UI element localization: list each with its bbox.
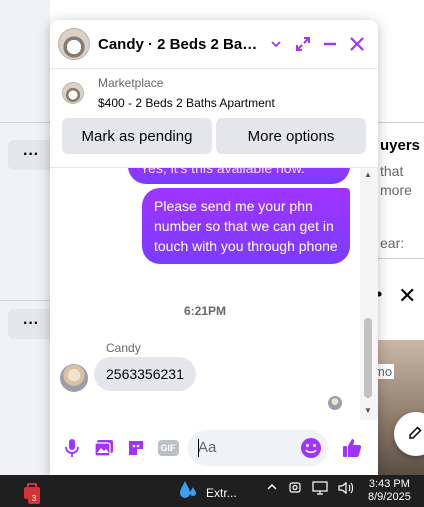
thumbs-up-icon[interactable] [336,432,368,464]
camera-icon[interactable] [288,481,302,498]
system-clock[interactable]: 3:43 PM 8/9/2025 [368,478,411,504]
edit-icon [407,423,424,446]
chat-title[interactable]: Candy · 2 Beds 2 Baths Apartment [98,36,262,53]
background-text: ear: [380,235,405,251]
message-composer: GIF [50,420,378,475]
taskbar: 3 Extr... 3:43 PM 8/9/2025 [0,475,424,507]
background-text: that [380,163,404,179]
close-icon[interactable]: ✕ [398,283,416,309]
chevron-up-icon[interactable] [266,481,278,498]
sticker-icon[interactable] [120,432,152,464]
incoming-message: 2563356231 [94,357,196,391]
photo-icon[interactable] [88,432,120,464]
background-left-strip [0,0,50,475]
outgoing-message: Yes, it's this available now. [128,168,350,184]
marketplace-label: Marketplace [98,75,164,90]
listing-avatar[interactable] [58,28,90,60]
emoji-icon[interactable] [300,437,322,464]
message-list[interactable]: Yes, it's this available now. Please sen… [50,168,378,420]
listing-thumbnail [62,81,84,104]
sender-name: Candy [106,341,141,355]
water-drop-icon [178,479,198,506]
scrollbar-thumb[interactable] [364,318,372,398]
chevron-down-icon[interactable] [264,31,289,57]
mark-as-pending-button[interactable]: Mark as pending [62,118,212,154]
scroll-down-icon[interactable]: ▼ [364,406,372,415]
message-input-wrapper [188,429,328,466]
marketplace-listing[interactable]: Marketplace $400 - 2 Beds 2 Baths Apartm… [50,70,378,115]
text-caret [198,438,199,457]
background-heading: uyers [380,137,421,154]
system-tray [266,481,354,498]
volume-icon[interactable] [338,481,354,498]
clock-date: 8/9/2025 [368,491,411,503]
scrollbar[interactable]: ▲ ▼ [360,168,378,420]
weather-label: Extr... [206,485,237,500]
avatar[interactable] [60,364,88,392]
listing-info: Marketplace $400 - 2 Beds 2 Baths Apartm… [98,76,275,110]
divider [0,300,50,301]
weather-widget[interactable]: Extr... [178,479,237,506]
more-options-button[interactable]: ··· [8,309,54,339]
background-text: more [380,182,412,198]
chat-window: Candy · 2 Beds 2 Baths Apartment Marketp… [50,20,378,475]
seen-indicator-avatar [328,396,342,410]
outgoing-message: Please send me your phn number so that w… [142,188,350,264]
scroll-up-icon[interactable]: ▲ [364,170,372,179]
more-options-button[interactable]: More options [216,118,366,154]
close-icon[interactable] [345,31,370,57]
message-timestamp: 6:21PM [183,304,227,318]
notification-badge: 3 [28,494,40,504]
microphone-icon[interactable] [56,432,88,464]
gif-icon[interactable]: GIF [152,432,184,464]
expand-icon[interactable] [291,31,316,57]
listing-title: $400 - 2 Beds 2 Baths Apartment [98,95,275,110]
network-icon[interactable] [312,481,328,498]
minimize-icon[interactable] [318,31,343,57]
listing-actions: Mark as pending More options [50,116,378,168]
message-input[interactable] [198,439,298,456]
clock-time: 3:43 PM [368,478,410,490]
chat-header: Candy · 2 Beds 2 Baths Apartment [50,20,378,69]
more-options-button[interactable]: ··· [8,140,54,170]
divider [378,258,424,259]
